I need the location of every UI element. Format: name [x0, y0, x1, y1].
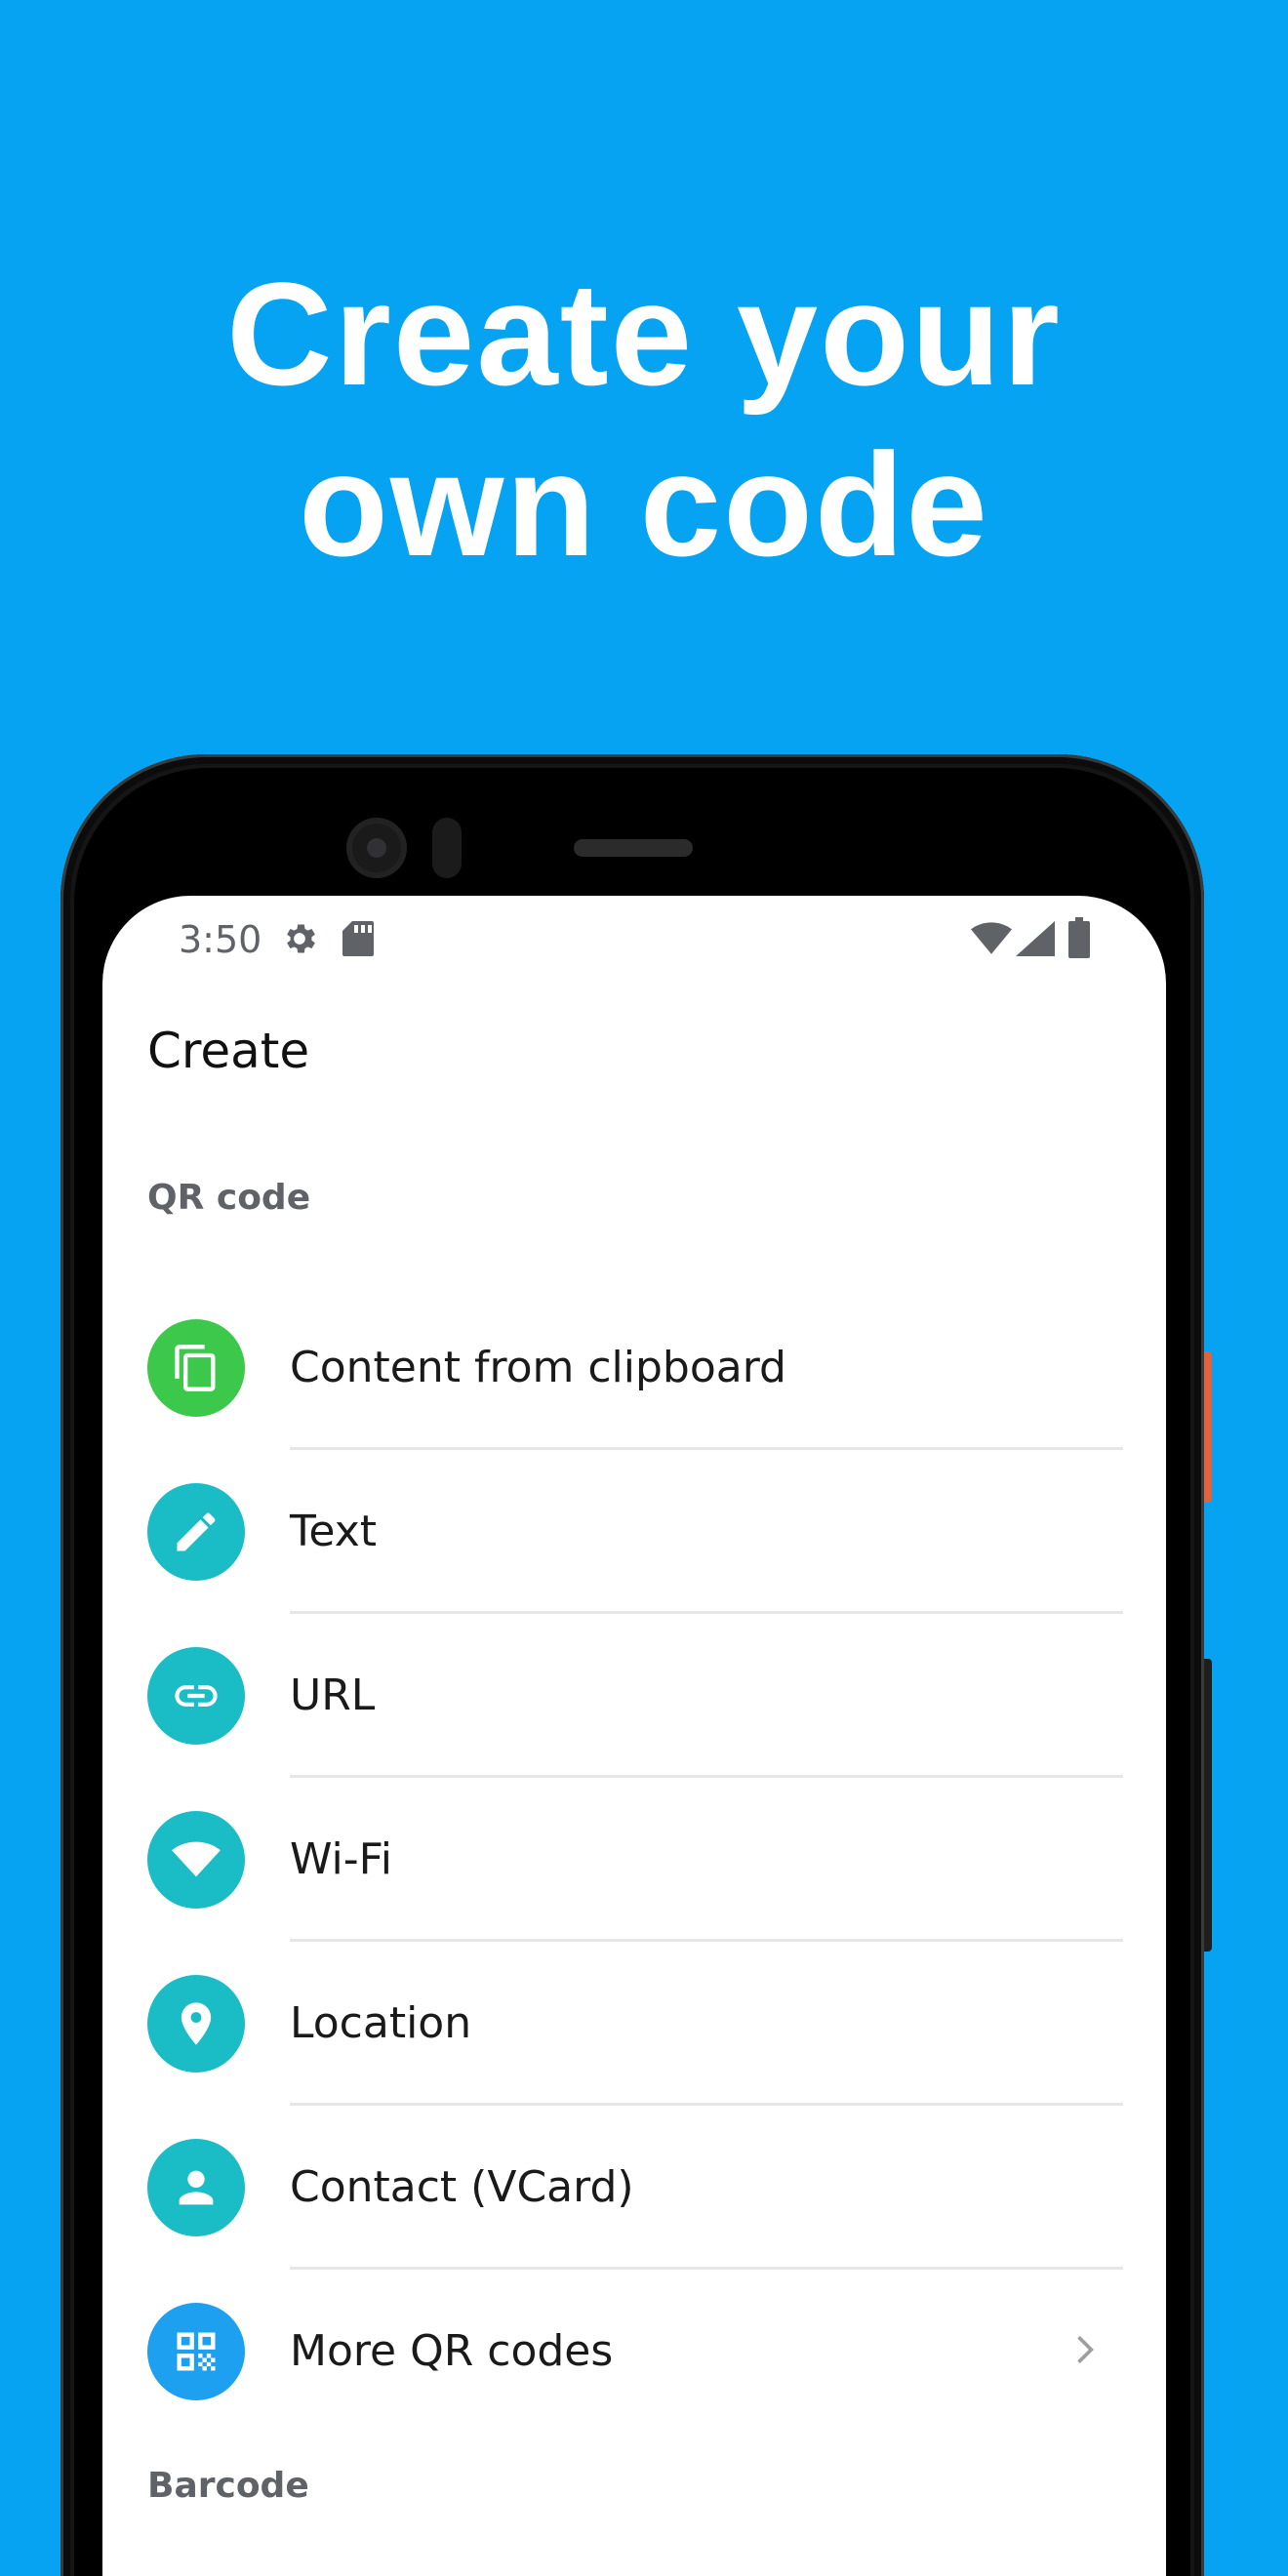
list-item-url[interactable]: URL: [102, 1614, 1166, 1778]
clipboard-icon: [147, 1319, 245, 1417]
list-item-label: Wi-Fi: [290, 1834, 392, 1884]
earpiece-speaker: [574, 839, 693, 857]
link-icon: [147, 1647, 245, 1745]
list-item-clipboard[interactable]: Content from clipboard: [102, 1286, 1166, 1450]
list-item-label: More QR codes: [290, 2326, 614, 2376]
cell-signal-icon: [1016, 921, 1055, 956]
person-icon: [147, 2139, 245, 2236]
list-item-more-qr-codes[interactable]: More QR codes: [102, 2270, 1166, 2434]
promo-headline: Create your own code: [0, 249, 1288, 590]
list-item-text[interactable]: Text: [102, 1450, 1166, 1614]
list-item-contact[interactable]: Contact (VCard): [102, 2106, 1166, 2270]
qr-code-icon: [147, 2303, 245, 2400]
status-bar: 3:50: [102, 896, 1166, 982]
page-title: Create: [147, 1023, 310, 1079]
headline-line-1: Create your: [226, 252, 1062, 416]
list-item-label: Contact (VCard): [290, 2162, 634, 2212]
list-item-wifi[interactable]: Wi-Fi: [102, 1778, 1166, 1942]
location-pin-icon: [147, 1975, 245, 2073]
status-time: 3:50: [179, 918, 262, 961]
promo-screenshot: Create your own code 3:50 Create QR code…: [0, 0, 1288, 2576]
pencil-icon: [147, 1483, 245, 1581]
wifi-icon: [971, 922, 1012, 954]
sd-card-icon: [342, 921, 374, 956]
wifi-icon: [147, 1811, 245, 1909]
proximity-sensor: [432, 818, 462, 878]
battery-icon: [1068, 917, 1090, 958]
list-item-label: Text: [290, 1507, 377, 1556]
chevron-right-icon: [1077, 2335, 1094, 2364]
gear-icon: [287, 924, 315, 953]
section-header-barcode: Barcode: [147, 2466, 309, 2506]
headline-line-2: own code: [299, 423, 989, 586]
section-header-qr-code: QR code: [147, 1178, 311, 1218]
list-item-label: Content from clipboard: [290, 1343, 786, 1392]
list-item-label: Location: [290, 1998, 472, 2048]
list-item-label: URL: [290, 1670, 376, 1720]
list-item-location[interactable]: Location: [102, 1942, 1166, 2106]
phone-screen: 3:50 Create QR code Content from clipboa…: [102, 896, 1166, 2576]
front-camera: [346, 818, 407, 878]
